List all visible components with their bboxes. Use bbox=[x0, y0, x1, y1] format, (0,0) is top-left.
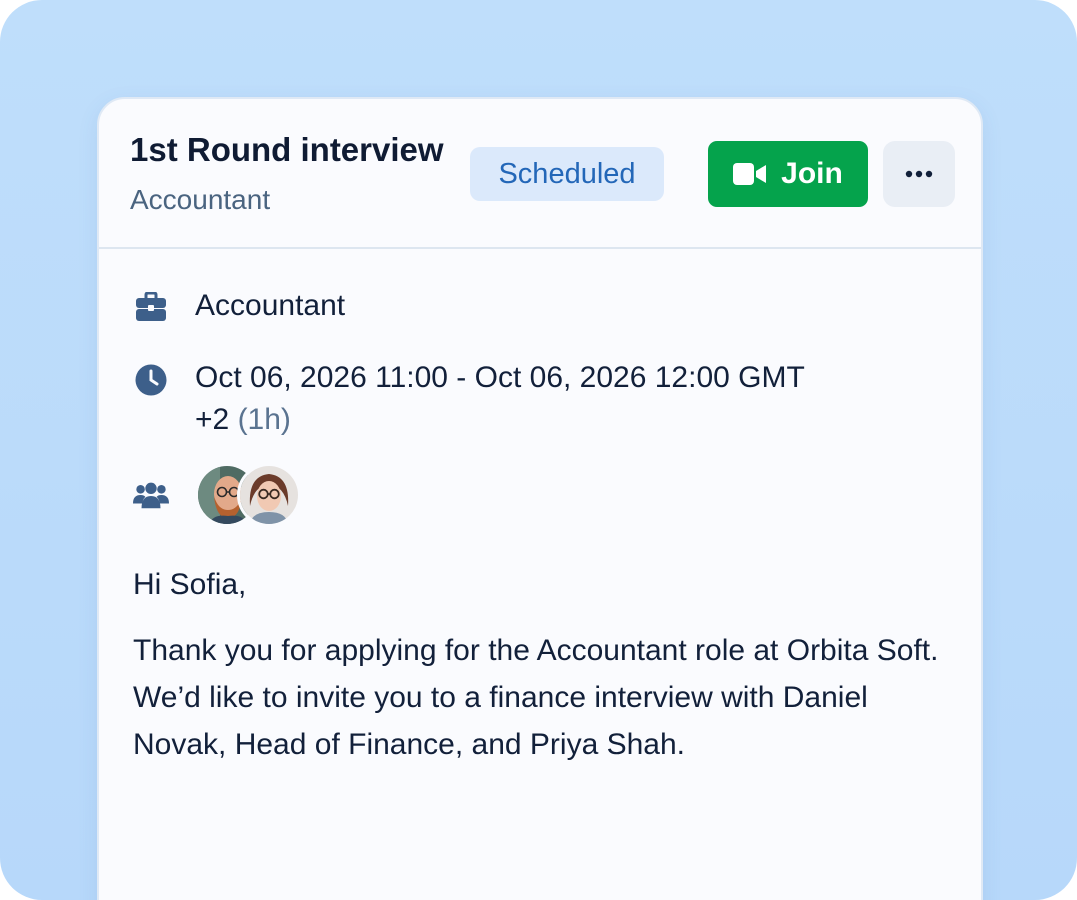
card-header: 1st Round interview Accountant Scheduled… bbox=[99, 99, 981, 249]
interview-card: 1st Round interview Accountant Scheduled… bbox=[97, 97, 983, 900]
ellipsis-icon bbox=[905, 165, 933, 183]
video-camera-icon bbox=[733, 162, 767, 186]
datetime-row: Oct 06, 2026 11:00 - Oct 06, 2026 12:00 … bbox=[133, 357, 805, 441]
datetime-line-1: Oct 06, 2026 11:00 - Oct 06, 2026 12:00 … bbox=[195, 361, 805, 394]
job-title: Accountant bbox=[195, 289, 346, 322]
background: 1st Round interview Accountant Scheduled… bbox=[0, 0, 1077, 900]
clock-icon bbox=[133, 357, 169, 396]
interview-subtitle: Accountant bbox=[130, 184, 271, 215]
duration-text: (1h) bbox=[237, 403, 291, 436]
attendee-avatars bbox=[195, 463, 301, 527]
status-badge: Scheduled bbox=[470, 147, 664, 201]
attendees-row bbox=[133, 463, 301, 527]
message-greeting: Hi Sofia, bbox=[133, 568, 247, 601]
job-row: Accountant bbox=[133, 285, 345, 327]
timezone-suffix: +2 bbox=[195, 403, 230, 436]
briefcase-icon bbox=[133, 285, 169, 322]
more-options-button[interactable] bbox=[883, 141, 955, 207]
datetime-text: Oct 06, 2026 11:00 - Oct 06, 2026 12:00 … bbox=[195, 357, 805, 441]
message-body: Thank you for applying for the Accountan… bbox=[133, 634, 939, 761]
interview-title: 1st Round interview bbox=[130, 131, 444, 168]
avatar[interactable] bbox=[237, 463, 301, 527]
join-button[interactable]: Join bbox=[708, 141, 868, 207]
join-label: Join bbox=[781, 157, 843, 190]
users-icon bbox=[133, 480, 169, 510]
